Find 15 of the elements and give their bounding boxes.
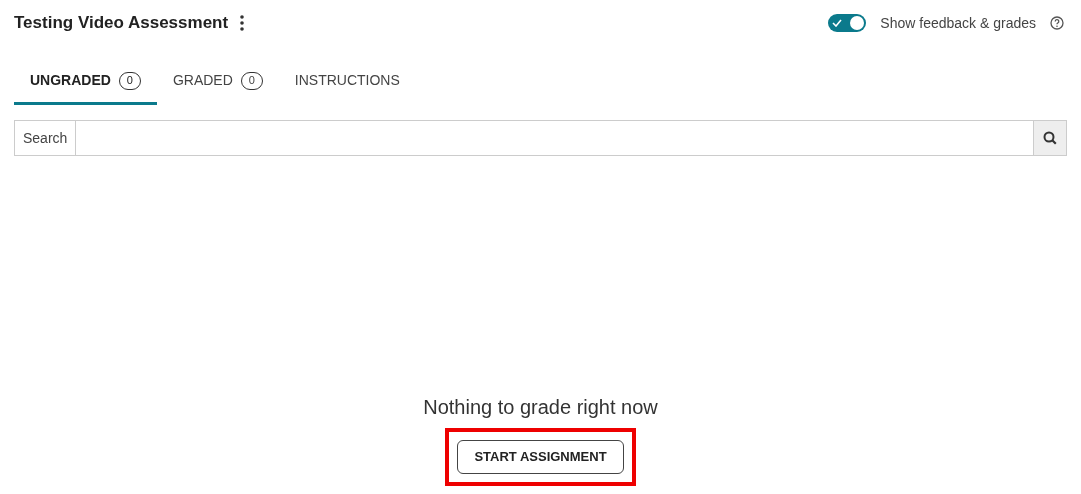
- feedback-toggle[interactable]: [828, 14, 867, 32]
- check-icon: [832, 19, 843, 27]
- tab[interactable]: UNGRADED 0: [14, 59, 157, 105]
- toggle-label: Show feedback & grades: [880, 13, 1036, 33]
- page-title: Testing Video Assessment: [14, 12, 229, 35]
- search-label: Search: [15, 121, 77, 155]
- tab[interactable]: INSTRUCTIONS: [278, 59, 416, 105]
- empty-message: Nothing to grade right now: [423, 395, 658, 420]
- search-icon: [1043, 131, 1057, 145]
- search-field[interactable]: Search: [14, 120, 1067, 156]
- start-assignment-button[interactable]: START ASSIGNMENT: [457, 440, 624, 474]
- search-button[interactable]: [1033, 121, 1066, 155]
- tab[interactable]: GRADED 0: [156, 59, 279, 105]
- help-icon[interactable]: [1050, 16, 1064, 30]
- more-icon[interactable]: [240, 15, 245, 31]
